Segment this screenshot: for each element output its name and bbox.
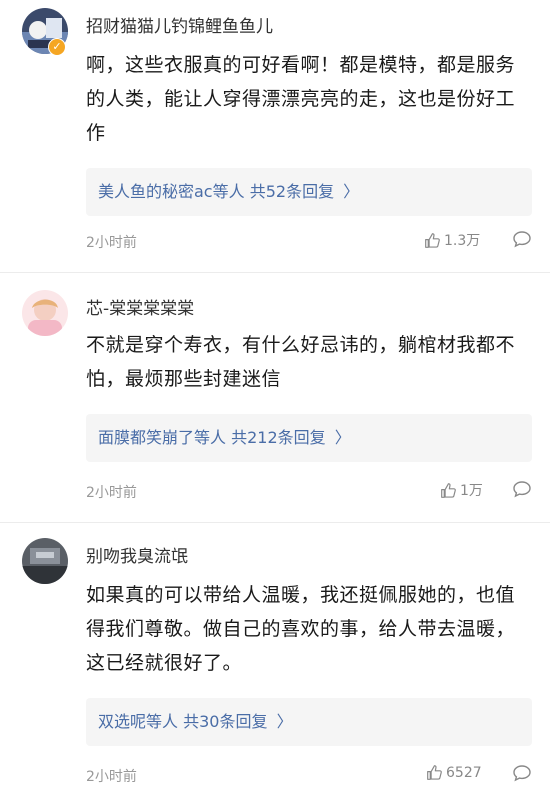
thumbs-up-icon [427, 765, 442, 780]
avatar-pink-icon[interactable] [22, 290, 68, 336]
reply-count: 共212条回复 [231, 428, 326, 447]
chevron-right-icon: 〉 [276, 712, 293, 731]
thumbs-up-icon [425, 232, 440, 248]
like-button[interactable]: 1万 [440, 480, 483, 500]
timestamp: 2小时前 [86, 235, 137, 251]
timestamp: 2小时前 [86, 769, 137, 785]
like-count: 1万 [460, 483, 483, 499]
comment-item: 芯-棠棠棠棠棠 不就是穿个寿衣，有什么好忌讳的，躺棺材我都不怕，最烦那些封建迷信… [0, 290, 550, 518]
divider [0, 272, 550, 273]
divider [0, 522, 550, 523]
thumbs-up-icon [441, 482, 456, 498]
like-button[interactable]: 1.3万 [424, 230, 480, 250]
reply-users: 双选呢等人 [98, 712, 179, 731]
comment-text: 如果真的可以带给人温暖，我还挺佩服她的，也值得我们尊敬。做自己的喜欢的事，给人带… [86, 584, 516, 674]
avatar-dark-icon[interactable] [22, 538, 68, 584]
reply-count: 共30条回复 [183, 712, 268, 731]
comment-feed: ✓ 招财猫猫儿钓锦鲤鱼鱼儿 啊，这些衣服真的可好看啊！都是模特，都是服务的人类，… [0, 0, 550, 800]
comment-text: 啊，这些衣服真的可好看啊！都是模特，都是服务的人类，能让人穿得漂漂亮亮的走，这也… [86, 54, 516, 144]
replies-summary[interactable]: 面膜都笑崩了等人 共212条回复 〉 [86, 414, 532, 462]
verified-badge-icon: ✓ [48, 38, 66, 56]
chevron-right-icon: 〉 [343, 182, 360, 201]
reply-users: 美人鱼的秘密ac等人 [98, 182, 245, 201]
username[interactable]: 别吻我臭流氓 [86, 542, 188, 567]
comment-item: 别吻我臭流氓 如果真的可以带给人温暖，我还挺佩服她的，也值得我们尊敬。做自己的喜… [0, 538, 550, 800]
reply-count: 共52条回复 [249, 182, 335, 201]
like-button[interactable]: 6527 [426, 764, 482, 781]
timestamp: 2小时前 [86, 485, 137, 501]
comment-icon[interactable] [512, 230, 532, 248]
comment-text: 不就是穿个寿衣，有什么好忌讳的，躺棺材我都不怕，最烦那些封建迷信 [86, 334, 516, 390]
replies-summary[interactable]: 美人鱼的秘密ac等人 共52条回复 〉 [86, 168, 532, 216]
reply-users: 面膜都笑崩了等人 [98, 428, 227, 447]
comment-icon[interactable] [512, 480, 532, 498]
comment-icon[interactable] [512, 764, 532, 782]
like-count: 1.3万 [444, 233, 481, 249]
like-count: 6527 [446, 764, 482, 781]
username[interactable]: 芯-棠棠棠棠棠 [86, 294, 194, 319]
comment-item: ✓ 招财猫猫儿钓锦鲤鱼鱼儿 啊，这些衣服真的可好看啊！都是模特，都是服务的人类，… [0, 8, 550, 266]
username[interactable]: 招财猫猫儿钓锦鲤鱼鱼儿 [86, 12, 273, 37]
chevron-right-icon: 〉 [334, 428, 351, 447]
replies-summary[interactable]: 双选呢等人 共30条回复 〉 [86, 698, 532, 746]
